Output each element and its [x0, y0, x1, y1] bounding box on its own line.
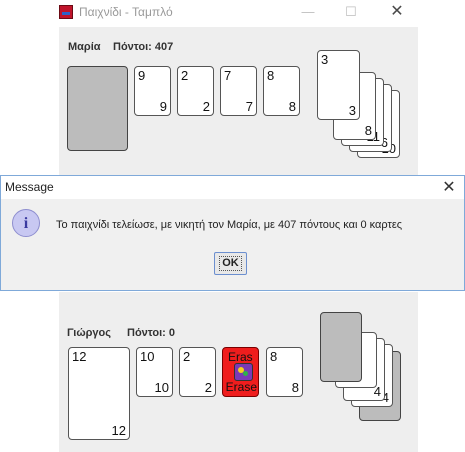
message-dialog: Message ✕ i Το παιχνίδι τελείωσε, με νικ…	[0, 175, 465, 291]
dialog-title: Message	[5, 180, 54, 194]
info-icon: i	[12, 209, 40, 237]
card-rank: 7	[224, 68, 232, 83]
deck-card-back[interactable]	[67, 66, 128, 151]
top-player-points: Πόντοι: 407	[113, 41, 174, 53]
erase-card-label-bottom: Erase	[225, 380, 257, 394]
top-hand-card[interactable]: 9 9	[134, 66, 171, 116]
bottom-pile-top-back[interactable]	[320, 312, 362, 382]
card-rank: 8	[267, 68, 275, 83]
bottom-player-panel: Γιώργος Πόντοι: 0 12 12 10 10 2 2 Eras E…	[59, 292, 418, 452]
ok-button[interactable]: OK	[214, 252, 247, 275]
card-rank: 9	[138, 68, 146, 83]
app-icon	[59, 5, 73, 19]
ok-button-label: OK	[219, 256, 242, 271]
card-rank: 12	[111, 423, 126, 438]
card-rank: 8	[270, 349, 278, 364]
bottom-player-name: Γιώργος	[67, 327, 111, 339]
bottom-player-points: Πόντοι: 0	[127, 327, 175, 339]
card-rank: 10	[140, 349, 155, 364]
erase-card[interactable]: Eras Erase	[222, 347, 259, 397]
pile-top-card[interactable]: 3 3	[317, 50, 360, 120]
card-rank: 8	[291, 380, 299, 395]
card-rank: 7	[245, 99, 253, 114]
card-rank: 2	[183, 349, 191, 364]
close-icon[interactable]: ✕	[382, 2, 412, 22]
dialog-close-icon[interactable]: ✕	[437, 177, 461, 199]
top-hand-card[interactable]: 7 7	[220, 66, 257, 116]
card-rank: 10	[154, 380, 169, 395]
bottom-hand-card[interactable]: 2 2	[179, 347, 216, 397]
window-title: Παιχνίδι - Ταμπλό	[79, 5, 173, 19]
window-titlebar: Παιχνίδι - Ταμπλό — ☐ ✕	[0, 0, 465, 26]
dialog-message: Το παιχνίδι τελείωσε, με νικητή τον Μαρί…	[56, 219, 403, 231]
card-rank: 2	[204, 380, 212, 395]
pile-card-rank: 8	[364, 123, 372, 138]
bottom-hand-card[interactable]: 8 8	[266, 347, 303, 397]
top-hand-card[interactable]: 8 8	[263, 66, 300, 116]
top-hand-card[interactable]: 2 2	[177, 66, 214, 116]
top-player-name: Μαρία	[68, 41, 101, 53]
card-rank: 12	[72, 349, 87, 364]
minimize-icon[interactable]: —	[293, 2, 323, 22]
card-rank: 3	[348, 103, 356, 118]
card-rank: 3	[321, 52, 329, 67]
erase-card-label-top: Eras	[228, 350, 253, 364]
card-rank: 2	[181, 68, 189, 83]
bottom-hand-card[interactable]: 10 10	[136, 347, 173, 397]
top-player-panel: Μαρία Πόντοι: 407 9 9 2 2 7 7 8 8 10 6 1…	[59, 27, 418, 177]
card-rank: 8	[288, 99, 296, 114]
erase-logo-icon	[234, 363, 253, 381]
card-rank: 2	[202, 99, 210, 114]
card-rank: 9	[159, 99, 167, 114]
dialog-body: i Το παιχνίδι τελείωσε, με νικητή τον Μα…	[1, 199, 464, 290]
bottom-big-card[interactable]: 12 12	[68, 347, 130, 440]
maximize-icon[interactable]: ☐	[336, 2, 366, 22]
